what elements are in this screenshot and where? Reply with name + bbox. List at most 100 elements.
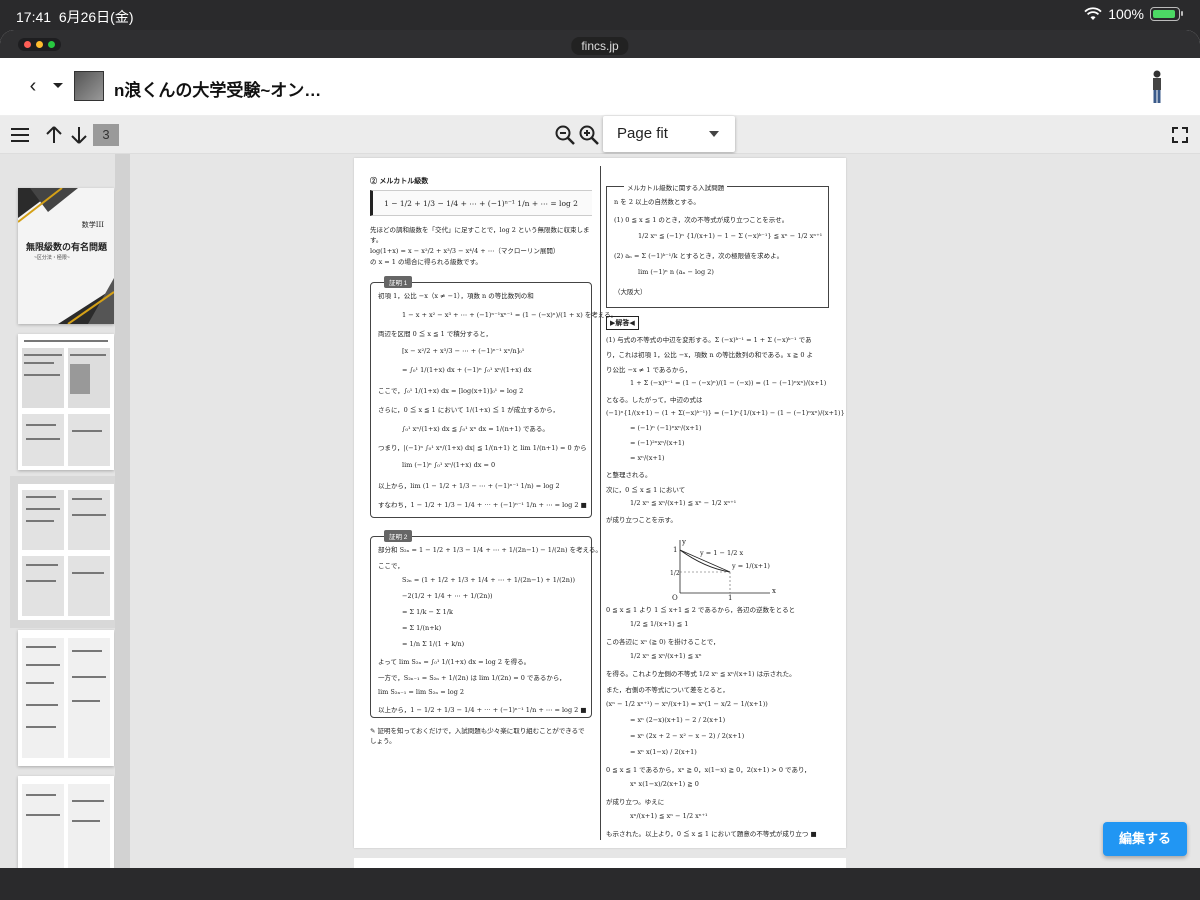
graph-half-tick: 1/2 <box>670 570 680 577</box>
text-line: = xⁿ x(1−x) / 2(x+1) <box>630 748 697 756</box>
text-line: さらに，0 ≦ x ≦ 1 において 1/(1+x) ≦ 1 が成立するから， <box>378 406 560 414</box>
text-line: ここで， <box>378 562 404 570</box>
text-line: 以上から，lim (1 − 1/2 + 1/3 − ⋯ + (−1)ⁿ⁻¹ 1/… <box>378 482 560 490</box>
text-line: (1) 0 ≦ x ≦ 1 のとき，次の不等式が成り立つことを示せ。 <box>614 216 789 224</box>
intro-line: log(1+x) = x − x²/2 + x³/3 − x⁴/4 + ⋯（マク… <box>370 247 560 255</box>
zoom-in-icon[interactable] <box>577 123 601 147</box>
wifi-icon <box>1084 7 1102 20</box>
footnote: ✎ 証明を知っておくだけで，入試問題も少々楽に取り組むことができるで <box>370 727 585 735</box>
status-bar: 17:41 6月26日(金) 100% <box>0 0 1200 30</box>
graph-line-label: y = 1 − 1/2 x <box>699 549 743 557</box>
graph-curve-label: y = 1/(x+1) <box>731 562 770 570</box>
text-line: = 1/n Σ 1/(1 + k/n) <box>402 640 465 648</box>
text-line: 1 + Σ (−x)ᵏ⁻¹ = (1 − (−x)ⁿ)/(1 − (−x)) =… <box>630 379 827 387</box>
graph-x-tick: 1 <box>728 594 732 600</box>
thumbnail-page-2[interactable] <box>18 334 114 470</box>
maximize-dot[interactable] <box>48 41 55 48</box>
window-controls[interactable] <box>18 38 61 51</box>
text-line: ここで，∫₀¹ 1/(1+x) dx = [log(x+1)]₀¹ = log … <box>378 387 524 395</box>
arrow-up-icon[interactable] <box>42 123 66 147</box>
edit-button[interactable]: 編集する <box>1103 822 1187 856</box>
text-line: り公比 −x ≠ 1 であるから， <box>606 366 692 374</box>
footnote: しょう。 <box>370 737 396 745</box>
text-line: 1/2 xⁿ ≦ (−1)ⁿ {1/(x+1) − 1 − Σ (−x)ᵏ⁻¹}… <box>638 232 823 240</box>
menu-icon[interactable] <box>8 123 32 147</box>
text-line: = xⁿ/(x+1) <box>630 454 665 462</box>
text-line: （大阪大） <box>614 288 647 296</box>
page-number-input[interactable]: 3 <box>93 124 119 146</box>
thumbnail-page-1[interactable]: 数学III 無限級数の有名問題 ~区分法・極限~ <box>18 188 114 324</box>
text-line: と整理される。 <box>606 471 652 479</box>
text-line: −2(1/2 + 1/4 + ⋯ + 1/(2n)) <box>402 592 493 600</box>
thumbnail-page-5[interactable] <box>18 776 114 868</box>
text-line: = (−1)ⁿ (−1)ⁿxⁿ/(x+1) <box>630 424 702 432</box>
pdf-page-next <box>354 858 846 868</box>
zoom-select-value: Page fit <box>617 125 668 142</box>
graph-y-tick: 1 <box>673 546 677 554</box>
text-line: = Σ 1/(n+k) <box>402 624 442 632</box>
text-line: (2) aₙ = Σ (−1)ᵏ⁻¹/k とするとき，次の極限値を求めよ。 <box>614 252 784 260</box>
text-line: も示された。以上より，0 ≦ x ≦ 1 において題意の不等式が成り立つ ■ <box>606 830 817 838</box>
column-divider <box>600 166 601 840</box>
thumbnail-page-3[interactable] <box>10 476 122 628</box>
text-line: = xⁿ (2−x)(x+1) − 2 / 2(x+1) <box>630 716 726 724</box>
pdf-page: ② メルカトル級数 1 − 1/2 + 1/3 − 1/4 + ⋯ + (−1)… <box>354 158 846 848</box>
text-line: 初項 1，公比 −x（x ≠ −1），項数 n の等比数列の和 <box>378 292 534 300</box>
minimize-dot[interactable] <box>36 41 43 48</box>
thumbnail-page-4[interactable] <box>18 630 114 766</box>
status-time: 17:41 6月26日(金) <box>16 9 134 25</box>
text-line: [x − x²/2 + x³/3 − ⋯ + (−1)ⁿ⁻¹ xⁿ/n]₀¹ <box>402 347 525 355</box>
text-line: となる。したがって，中辺の式は <box>606 396 703 404</box>
sidebar-scrollbar[interactable] <box>115 154 130 868</box>
text-line: n を 2 以上の自然数とする。 <box>614 198 700 206</box>
text-line: よって lim S₂ₙ = ∫₀¹ 1/(1+x) dx = log 2 を得る… <box>378 658 531 666</box>
text-line: 0 ≦ x ≦ 1 であるから，xⁿ ≧ 0，x(1−x) ≧ 0，2(x+1)… <box>606 766 811 774</box>
text-line: lim (−1)ⁿ n (aₙ − log 2) <box>638 268 714 276</box>
text-line: が成り立つことを示す。 <box>606 516 677 524</box>
intro-line: の x = 1 の場合に得られる級数です。 <box>370 258 482 266</box>
app-header: ‹ n浪くんの大学受験~オン… <box>0 58 1200 116</box>
intro-line: 先ほどの調和級数を「交代」に足すことで，log 2 という無限数に収束しま <box>370 226 590 234</box>
text-line: が成り立つ。ゆえに <box>606 798 665 806</box>
back-icon[interactable]: ‹ <box>22 75 44 97</box>
graph-x-label: x <box>772 587 776 595</box>
arrow-down-icon[interactable] <box>67 123 91 147</box>
text-line: xⁿ/(x+1) ≦ xⁿ − 1/2 xⁿ⁺¹ <box>630 812 708 820</box>
cover-subject: 数学III <box>81 221 104 229</box>
text-line: S₂ₙ = (1 + 1/2 + 1/3 + 1/4 + ⋯ + 1/(2n−1… <box>402 576 576 584</box>
browser-window: fincs.jp ‹ n浪くんの大学受験~オン… 3 Page fit 数学II… <box>0 30 1200 868</box>
text-line: ∫₀¹ xⁿ/(1+x) dx ≦ ∫₀¹ xⁿ dx = 1/(n+1) であ… <box>402 425 549 433</box>
text-line: すなわち，1 − 1/2 + 1/3 − 1/4 + ⋯ + (−1)ⁿ⁻¹ 1… <box>378 501 587 509</box>
text-line: 両辺を区間 0 ≦ x ≦ 1 で積分すると， <box>378 330 493 338</box>
text-line: つまり，|(−1)ⁿ ∫₀¹ xⁿ/(1+x) dx| ≦ 1/(n+1) と … <box>378 444 587 452</box>
zoom-out-icon[interactable] <box>553 123 577 147</box>
dropdown-icon[interactable] <box>50 76 66 94</box>
document-title: n浪くんの大学受験~オン… <box>114 81 322 100</box>
fullscreen-icon[interactable] <box>1168 123 1192 147</box>
url-bar[interactable]: fincs.jp <box>571 37 629 55</box>
text-line: (−1)ⁿ{1/(x+1) − (1 + Σ(−x)ᵏ⁻¹)} = (−1)ⁿ{… <box>606 409 845 417</box>
text-line: (1) 与式の不等式の中辺を変形する。Σ (−x)ᵏ⁻¹ = 1 + Σ (−x… <box>606 336 812 344</box>
document-thumbnail <box>74 71 104 101</box>
section-title: ② メルカトル級数 <box>370 176 429 185</box>
text-line: 一方で，S₂ₙ₋₁ = S₂ₙ + 1/(2n) は lim 1/(2n) = … <box>378 674 566 682</box>
text-line: この各辺に xⁿ (≧ 0) を掛けることで， <box>606 638 720 646</box>
text-line: lim (−1)ⁿ ∫₀¹ xⁿ/(1+x) dx = 0 <box>402 461 496 469</box>
exam-title: メルカトル級数に関する入試問題 <box>624 182 728 192</box>
text-line: また，右側の不等式について差をとると， <box>606 686 729 694</box>
text-line: 1 − x + x² − x³ + ⋯ + (−1)ⁿ⁻¹xⁿ⁻¹ = (1 −… <box>402 311 618 319</box>
text-line: り，これは初項 1，公比 −x，項数 n の等比数列の和である。x ≧ 0 よ <box>606 351 814 359</box>
cover-title: 無限級数の有名問題 <box>26 243 108 253</box>
text-line: = Σ 1/k − Σ 1/k <box>402 608 453 616</box>
device-bottom-bar <box>0 868 1200 900</box>
text-line: を得る。これより左側の不等式 1/2 xⁿ ≦ xⁿ/(x+1) は示された。 <box>606 670 796 678</box>
text-line: = (−1)²ⁿxⁿ/(x+1) <box>630 439 685 447</box>
thumbnail-sidebar: 数学III 無限級数の有名問題 ~区分法・極限~ <box>0 154 130 868</box>
zoom-select[interactable]: Page fit <box>603 116 735 152</box>
text-line: = ∫₀¹ 1/(1+x) dx + (−1)ⁿ ∫₀¹ xⁿ/(1+x) dx <box>402 366 532 374</box>
inequality-graph: y x O 1 1 1/2 y = 1 − 1/2 x y = 1/(x+1) <box>670 538 776 600</box>
close-dot[interactable] <box>24 41 31 48</box>
text-line: 1/2 ≦ 1/(x+1) ≦ 1 <box>630 620 689 628</box>
answer-tag: ▶解答◀ <box>606 316 639 330</box>
user-avatar-icon[interactable] <box>1150 70 1164 104</box>
